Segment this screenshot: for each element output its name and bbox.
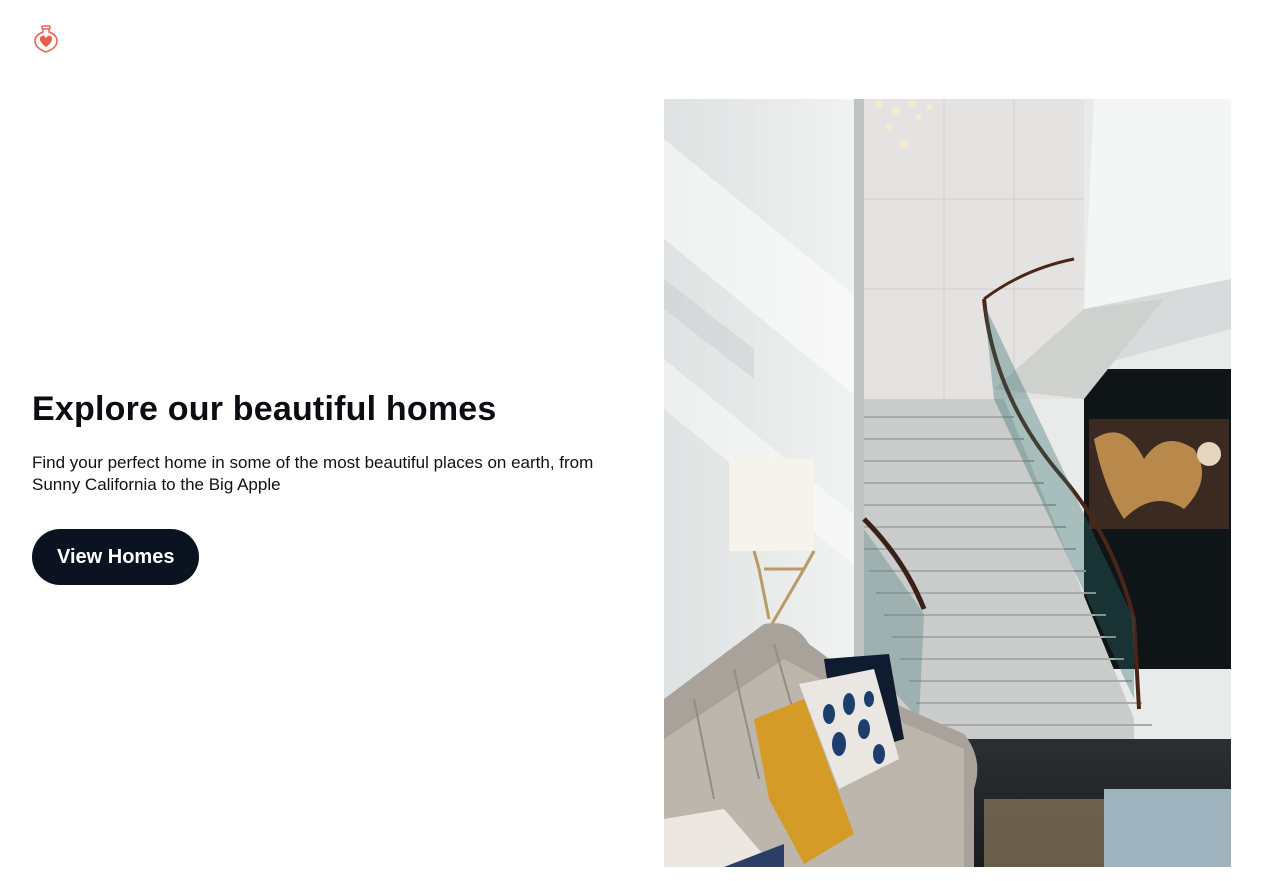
heart-flask-logo-icon [34, 25, 58, 53]
hero-section: Explore our beautiful homes Find your pe… [32, 388, 632, 585]
hero-subtitle: Find your perfect home in some of the mo… [32, 453, 594, 494]
logo[interactable] [32, 24, 60, 54]
hero-title: Explore our beautiful homes [32, 390, 497, 428]
view-homes-button[interactable]: View Homes [32, 529, 200, 585]
staircase-lobby-photo [664, 99, 1231, 867]
